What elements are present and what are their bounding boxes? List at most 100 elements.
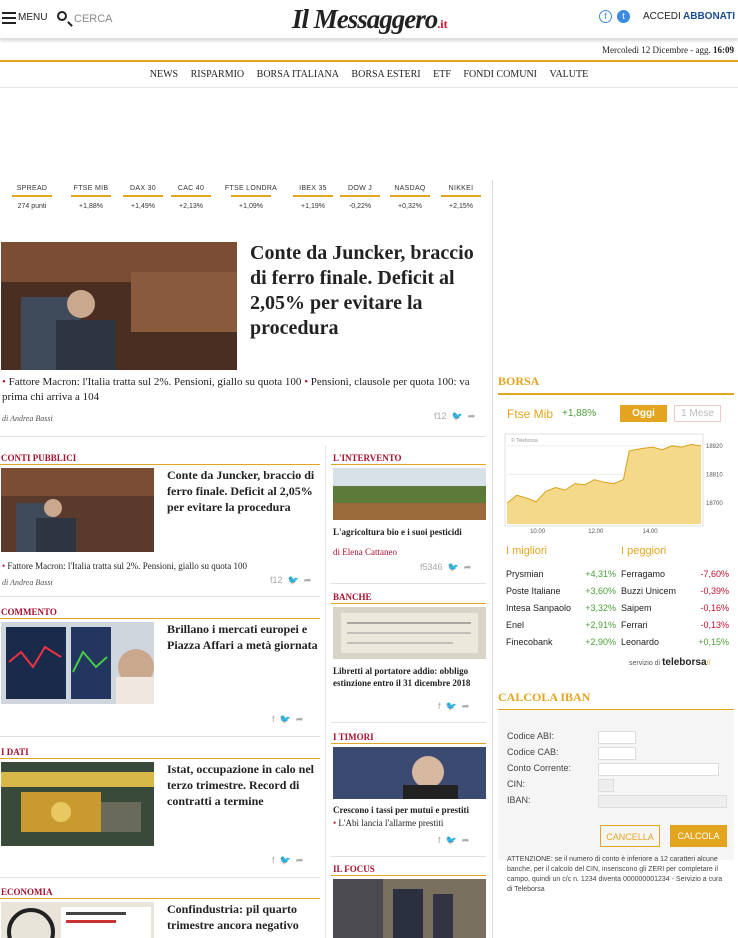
twitter-share-icon[interactable]: 🐦 xyxy=(452,411,463,422)
nav-item-borsa-esteri[interactable]: BORSA ESTERI xyxy=(351,69,420,80)
forward-icon[interactable]: ➦ xyxy=(296,714,304,725)
nav-item-news[interactable]: NEWS xyxy=(150,69,178,80)
forward-icon[interactable]: ➦ xyxy=(304,575,312,586)
nav-item-borsa-italiana[interactable]: BORSA ITALIANA xyxy=(257,69,339,80)
facebook-share-icon[interactable]: f xyxy=(272,714,275,724)
abi-input[interactable] xyxy=(598,731,636,744)
market-ftse-mib[interactable]: FTSE MIB +1,88% xyxy=(68,185,114,210)
market-ibex[interactable]: IBEX 35 +1,19% xyxy=(290,185,336,210)
article-related-link[interactable]: Fattore Macron: l'Italia tratta sul 2%. … xyxy=(7,561,247,571)
forward-icon[interactable]: ➦ xyxy=(468,411,476,422)
stock-change: -0,39% xyxy=(700,586,729,596)
cab-input[interactable] xyxy=(598,747,636,760)
index-change: +1,88% xyxy=(562,408,597,419)
section-label[interactable]: I TIMORI xyxy=(333,732,374,742)
market-cac[interactable]: CAC 40 +2,13% xyxy=(168,185,214,210)
section-label[interactable]: I DATI xyxy=(1,747,29,757)
article-title[interactable]: Crescono i tassi per mutui e prestiti xyxy=(333,804,483,816)
article-photo[interactable] xyxy=(333,879,486,938)
stock-row[interactable]: Buzzi Unicem -0,39% xyxy=(621,583,729,600)
borsa-heading[interactable]: BORSA xyxy=(498,374,539,389)
login-link[interactable]: ACCEDI xyxy=(643,11,681,22)
market-spread[interactable]: SPREAD 274 punti xyxy=(9,185,55,210)
section-label[interactable]: L'INTERVENTO xyxy=(333,453,402,463)
iban-heading[interactable]: CALCOLA IBAN xyxy=(498,690,590,705)
market-nikkei[interactable]: NIKKEI +2,15% xyxy=(438,185,484,210)
tab-month[interactable]: 1 Mese xyxy=(674,405,721,422)
facebook-share-icon[interactable]: f xyxy=(438,701,441,711)
ftse-chart[interactable]: © Teleborsa 18700 18810 18920 10.00 12.00 14.… xyxy=(503,432,733,540)
article-title[interactable]: Conte da Juncker, braccio di ferro final… xyxy=(167,467,319,515)
search-button[interactable]: CERCA xyxy=(74,13,113,25)
market-value: +1,88% xyxy=(79,203,103,210)
article-photo[interactable] xyxy=(1,902,154,938)
stock-row[interactable]: Saipem -0,16% xyxy=(621,600,729,617)
market-dow-jones[interactable]: DOW J -0,22% xyxy=(337,185,383,210)
stock-row[interactable]: Poste Italiane +3,60% xyxy=(506,583,616,600)
stock-row[interactable]: Ferrari -0,13% xyxy=(621,617,729,634)
stock-row[interactable]: Enel +2,91% xyxy=(506,617,616,634)
twitter-share-icon[interactable]: 🐦 xyxy=(446,835,457,846)
twitter-icon[interactable]: t xyxy=(617,10,630,23)
forward-icon[interactable]: ➦ xyxy=(462,835,470,846)
nav-item-fondi-comuni[interactable]: FONDI COMUNI xyxy=(463,69,537,80)
twitter-share-icon[interactable]: 🐦 xyxy=(280,855,291,866)
nav-item-valute[interactable]: VALUTE xyxy=(550,69,589,80)
nav-item-etf[interactable]: ETF xyxy=(433,69,451,80)
market-value: +1,19% xyxy=(301,203,325,210)
nav-item-risparmio[interactable]: RISPARMIO xyxy=(191,69,245,80)
article-photo[interactable] xyxy=(1,622,154,704)
article-title[interactable]: Brillano i mercati europei e Piazza Affa… xyxy=(167,621,319,653)
lead-related-link-1[interactable]: Fattore Macron: l'Italia tratta sul 2%. … xyxy=(9,376,302,388)
hamburger-icon[interactable] xyxy=(2,12,16,24)
article-photo[interactable] xyxy=(1,468,154,552)
section-rule xyxy=(331,603,486,604)
section-label[interactable]: CONTI PUBBLICI xyxy=(1,453,76,463)
article-related-link[interactable]: L'Abi lancia l'allarme prestiti xyxy=(338,818,443,828)
tab-today[interactable]: Oggi xyxy=(620,405,667,422)
stock-row[interactable]: Prysmian +4,31% xyxy=(506,566,616,583)
section-label[interactable]: COMMENTO xyxy=(1,607,57,617)
lead-title[interactable]: Conte da Juncker, braccio di ferro final… xyxy=(250,241,482,341)
forward-icon[interactable]: ➦ xyxy=(462,701,470,712)
article-title[interactable]: Libretti al portatore addio: obbligo est… xyxy=(333,665,483,689)
article-photo[interactable] xyxy=(1,762,154,846)
article-title[interactable]: L'agricoltura bio e i suoi pesticidi xyxy=(333,526,483,538)
subscribe-link[interactable]: ABBONATI xyxy=(683,11,735,22)
stock-row[interactable]: Ferragamo -7,60% xyxy=(621,566,729,583)
index-name[interactable]: Ftse Mib xyxy=(507,407,553,421)
forward-icon[interactable]: ➦ xyxy=(296,855,304,866)
article-photo[interactable] xyxy=(333,747,486,799)
article-title[interactable]: Confindustria: pil quarto trimestre anco… xyxy=(167,901,319,933)
twitter-share-icon[interactable]: 🐦 xyxy=(280,714,291,725)
section-label[interactable]: ECONOMIA xyxy=(1,887,53,897)
stock-row[interactable]: Finecobank +2,90% xyxy=(506,634,616,651)
market-dax[interactable]: DAX 30 +1,49% xyxy=(120,185,166,210)
section-rule xyxy=(0,464,320,465)
market-nasdaq[interactable]: NASDAQ +0,32% xyxy=(387,185,433,210)
y-tick-label: 18920 xyxy=(706,444,723,450)
article-photo[interactable] xyxy=(333,468,486,520)
calculate-button[interactable]: CALCOLA xyxy=(670,825,727,847)
forward-icon[interactable]: ➦ xyxy=(464,562,472,573)
cancel-button[interactable]: CANCELLA xyxy=(600,825,660,847)
article-title[interactable]: Istat, occupazione in calo nel terzo tri… xyxy=(167,761,319,809)
twitter-share-icon[interactable]: 🐦 xyxy=(288,575,299,586)
teleborsa-logo[interactable]: teleborsa xyxy=(662,657,706,668)
twitter-share-icon[interactable]: 🐦 xyxy=(448,562,459,573)
search-icon[interactable] xyxy=(57,11,67,21)
market-ftse-londra[interactable]: FTSE LONDRA +1,09% xyxy=(221,185,281,210)
facebook-share-icon[interactable]: f xyxy=(272,855,275,865)
article-photo[interactable] xyxy=(333,607,486,659)
menu-button[interactable]: MENU xyxy=(18,12,47,23)
section-label[interactable]: IL FOCUS xyxy=(333,864,375,874)
site-logo[interactable]: Il Messaggero.it xyxy=(292,4,448,35)
stock-row[interactable]: Intesa Sanpaolo +3,32% xyxy=(506,600,616,617)
stock-row[interactable]: Leonardo +0,15% xyxy=(621,634,729,651)
section-label[interactable]: BANCHE xyxy=(333,592,372,602)
lead-photo[interactable] xyxy=(1,242,237,370)
twitter-share-icon[interactable]: 🐦 xyxy=(446,701,457,712)
account-input[interactable] xyxy=(598,763,719,776)
facebook-icon[interactable]: f xyxy=(599,10,612,23)
facebook-share-icon[interactable]: f xyxy=(438,835,441,845)
